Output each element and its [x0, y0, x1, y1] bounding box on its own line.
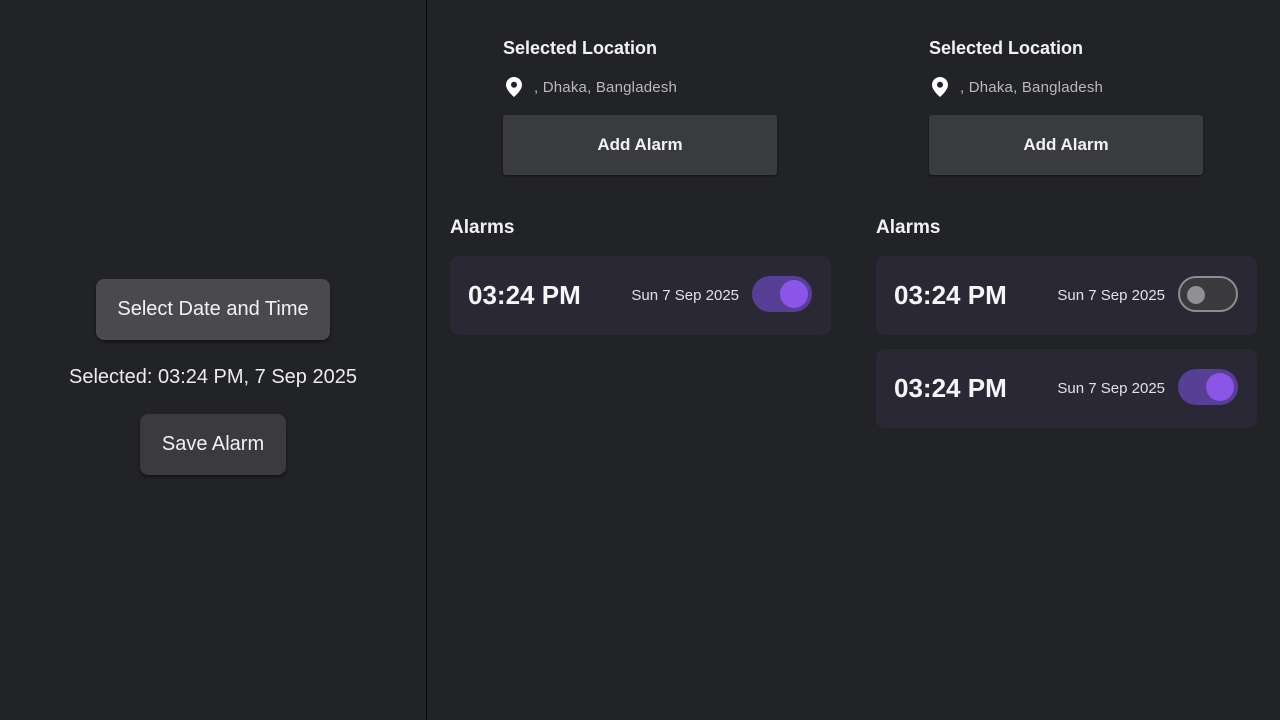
location-row: , Dhaka, Bangladesh [503, 76, 677, 98]
location-title: Selected Location [929, 38, 1084, 58]
alarm-editor-pane: Select Date and Time Selected: 03:24 PM,… [0, 0, 426, 720]
alarm-card[interactable]: 03:24 PM Sun 7 Sep 2025 [450, 256, 831, 335]
app-window: Select Date and Time Selected: 03:24 PM,… [0, 0, 1280, 720]
toggle-knob [1187, 286, 1205, 304]
location-text: , Dhaka, Bangladesh [534, 78, 678, 96]
alarms-heading: Alarms [450, 217, 515, 238]
save-alarm-button[interactable]: Save Alarm [140, 414, 286, 475]
alarms-heading: Alarms [876, 217, 941, 238]
alarm-panel-1: Selected Location , Dhaka, Bangladesh Ad… [427, 0, 853, 720]
alarm-panel-2: Selected Location , Dhaka, Bangladesh Ad… [853, 0, 1279, 720]
location-pin-icon [929, 76, 951, 98]
alarm-date: Sun 7 Sep 2025 [1057, 380, 1165, 397]
alarm-time: 03:24 PM [468, 280, 581, 310]
select-date-time-button[interactable]: Select Date and Time [96, 279, 330, 340]
alarm-date: Sun 7 Sep 2025 [1057, 287, 1165, 304]
alarm-toggle[interactable] [752, 276, 812, 312]
selected-datetime-text: Selected: 03:24 PM, 7 Sep 2025 [69, 366, 357, 388]
toggle-knob [1206, 373, 1234, 401]
location-pin-icon [503, 76, 525, 98]
alarm-time: 03:24 PM [894, 280, 1007, 310]
add-alarm-button[interactable]: Add Alarm [503, 115, 777, 175]
location-title: Selected Location [503, 38, 658, 58]
add-alarm-button[interactable]: Add Alarm [929, 115, 1203, 175]
alarm-toggle[interactable] [1178, 276, 1238, 312]
alarm-card[interactable]: 03:24 PM Sun 7 Sep 2025 [876, 349, 1257, 428]
location-text: , Dhaka, Bangladesh [960, 78, 1104, 96]
toggle-knob [780, 280, 808, 308]
alarm-date: Sun 7 Sep 2025 [631, 287, 739, 304]
alarm-toggle[interactable] [1178, 369, 1238, 405]
alarm-time: 03:24 PM [894, 373, 1007, 403]
location-row: , Dhaka, Bangladesh [929, 76, 1103, 98]
alarm-card[interactable]: 03:24 PM Sun 7 Sep 2025 [876, 256, 1257, 335]
